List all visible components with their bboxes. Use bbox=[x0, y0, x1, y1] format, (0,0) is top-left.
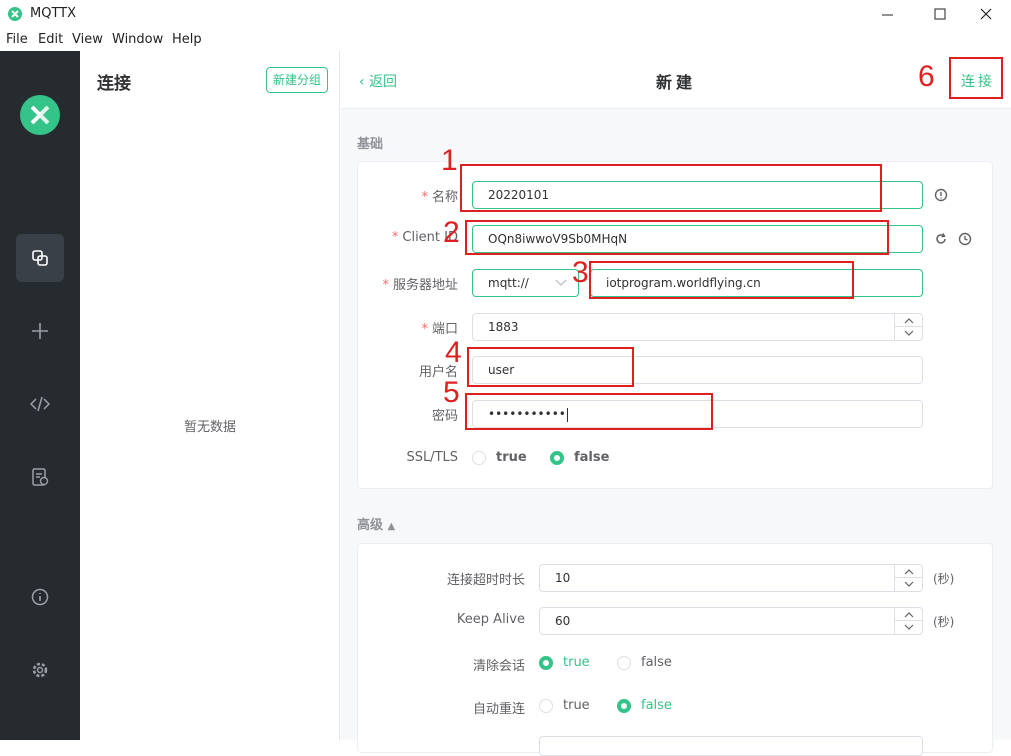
reconnect-true-radio[interactable] bbox=[539, 699, 553, 713]
keepalive-stepper[interactable] bbox=[894, 608, 922, 634]
chevron-up-icon bbox=[904, 612, 914, 618]
annotation-box-2 bbox=[465, 220, 889, 255]
minimize-button[interactable] bbox=[876, 4, 900, 24]
port-stepper[interactable] bbox=[894, 314, 922, 340]
decrease-button[interactable] bbox=[895, 327, 922, 340]
timeout-input[interactable]: 10 bbox=[539, 564, 923, 592]
close-button[interactable] bbox=[974, 4, 998, 24]
clean-false-radio[interactable] bbox=[617, 656, 631, 670]
about-nav-button[interactable] bbox=[16, 573, 64, 621]
clean-false-label[interactable]: false bbox=[641, 655, 672, 670]
empty-state-text: 暂无数据 bbox=[183, 420, 236, 435]
log-icon bbox=[32, 468, 49, 486]
new-connection-nav-button[interactable] bbox=[16, 307, 64, 355]
timeout-label: 连接超时时长 bbox=[446, 573, 525, 588]
connections-panel: 连接 新建分组 暂无数据 bbox=[80, 51, 340, 740]
form-header: ‹ 返回 新建 连接 bbox=[341, 51, 1011, 109]
annotation-box-3 bbox=[589, 261, 854, 299]
left-nav bbox=[0, 51, 80, 740]
chevron-up-icon bbox=[904, 318, 914, 324]
ssl-false-radio[interactable] bbox=[550, 451, 564, 465]
advanced-section-label[interactable]: 高级 ▲ bbox=[357, 514, 395, 533]
keepalive-unit: (秒) bbox=[933, 615, 955, 629]
protocol-select[interactable]: mqtt:// bbox=[472, 269, 579, 297]
decrease-button[interactable] bbox=[895, 578, 922, 591]
protocol-value: mqtt:// bbox=[488, 276, 529, 290]
timeout-unit: (秒) bbox=[933, 572, 955, 586]
annotation-box-5 bbox=[465, 393, 713, 430]
ssl-true-radio[interactable] bbox=[472, 451, 486, 465]
menu-window[interactable]: Window bbox=[112, 32, 163, 47]
annotation-number-2: 2 bbox=[443, 216, 460, 249]
port-label: * 端口 bbox=[421, 322, 458, 337]
clock-icon[interactable] bbox=[958, 232, 972, 246]
increase-button[interactable] bbox=[895, 608, 922, 621]
chevron-down-icon bbox=[555, 279, 567, 286]
clean-true-label[interactable]: true bbox=[563, 655, 590, 670]
clean-true-radio[interactable] bbox=[539, 656, 553, 670]
annotation-box-4 bbox=[467, 347, 634, 387]
annotation-box-6 bbox=[949, 57, 1003, 99]
title-bar: MQTTX bbox=[0, 0, 1011, 29]
keepalive-label: Keep Alive bbox=[456, 612, 525, 627]
reconnect-false-radio[interactable] bbox=[617, 699, 631, 713]
gear-icon bbox=[32, 662, 48, 678]
annotation-number-1: 1 bbox=[441, 144, 458, 177]
annotation-box-1 bbox=[460, 164, 882, 212]
mqttx-logo-icon bbox=[20, 95, 60, 135]
maximize-button[interactable] bbox=[928, 4, 952, 24]
connections-icon bbox=[32, 250, 48, 266]
port-input[interactable]: 1883 bbox=[472, 313, 923, 341]
host-label: * 服务器地址 bbox=[382, 278, 458, 293]
reconnect-label: 自动重连 bbox=[472, 702, 525, 717]
caret-up-icon: ▲ bbox=[387, 521, 396, 532]
increase-button[interactable] bbox=[895, 314, 922, 327]
annotation-number-6: 6 bbox=[918, 60, 935, 93]
script-nav-button[interactable] bbox=[16, 380, 64, 428]
annotation-number-4: 4 bbox=[445, 336, 462, 369]
advanced-card: 连接超时时长 10 (秒) Keep Alive 60 (秒) 清除会话 tru… bbox=[357, 543, 993, 756]
log-nav-button[interactable] bbox=[16, 453, 64, 501]
connections-nav-button[interactable] bbox=[16, 234, 64, 282]
ssl-false-label[interactable]: false bbox=[574, 450, 609, 465]
next-field-input[interactable] bbox=[539, 736, 923, 756]
increase-button[interactable] bbox=[895, 565, 922, 578]
menu-view[interactable]: View bbox=[72, 32, 103, 47]
menu-file[interactable]: File bbox=[6, 32, 28, 47]
clean-session-label: 清除会话 bbox=[472, 659, 525, 674]
keepalive-input[interactable]: 60 bbox=[539, 607, 923, 635]
annotation-number-3: 3 bbox=[572, 256, 589, 289]
chevron-down-icon bbox=[904, 581, 914, 587]
annotation-number-5: 5 bbox=[443, 376, 460, 409]
code-icon bbox=[30, 396, 50, 412]
ssl-label: SSL/TLS bbox=[406, 450, 458, 465]
basic-section-label: 基础 bbox=[357, 137, 384, 152]
name-label: * 名称 bbox=[421, 190, 458, 205]
port-value: 1883 bbox=[488, 320, 519, 334]
menu-edit[interactable]: Edit bbox=[38, 32, 63, 47]
timeout-stepper[interactable] bbox=[894, 565, 922, 591]
reconnect-true-label[interactable]: true bbox=[563, 698, 590, 713]
decrease-button[interactable] bbox=[895, 621, 922, 634]
ssl-true-label[interactable]: true bbox=[496, 450, 527, 465]
info-icon bbox=[31, 588, 49, 606]
chevron-up-icon bbox=[904, 569, 914, 575]
connections-title: 连接 bbox=[97, 74, 131, 94]
timeout-value: 10 bbox=[555, 571, 571, 585]
new-group-button[interactable]: 新建分组 bbox=[266, 67, 328, 93]
page-title: 新建 bbox=[655, 73, 696, 92]
info-circle-icon[interactable] bbox=[934, 188, 948, 202]
window-title: MQTTX bbox=[30, 6, 77, 21]
refresh-icon[interactable] bbox=[934, 232, 948, 246]
menu-bar: File Edit View Window Help bbox=[0, 29, 1011, 51]
app-logo-icon bbox=[8, 7, 22, 21]
keepalive-value: 60 bbox=[555, 614, 571, 628]
chevron-down-icon bbox=[904, 624, 914, 630]
chevron-down-icon bbox=[904, 330, 914, 336]
settings-nav-button[interactable] bbox=[16, 646, 64, 694]
plus-icon bbox=[32, 323, 48, 339]
reconnect-false-label[interactable]: false bbox=[641, 698, 672, 713]
menu-help[interactable]: Help bbox=[172, 32, 202, 47]
